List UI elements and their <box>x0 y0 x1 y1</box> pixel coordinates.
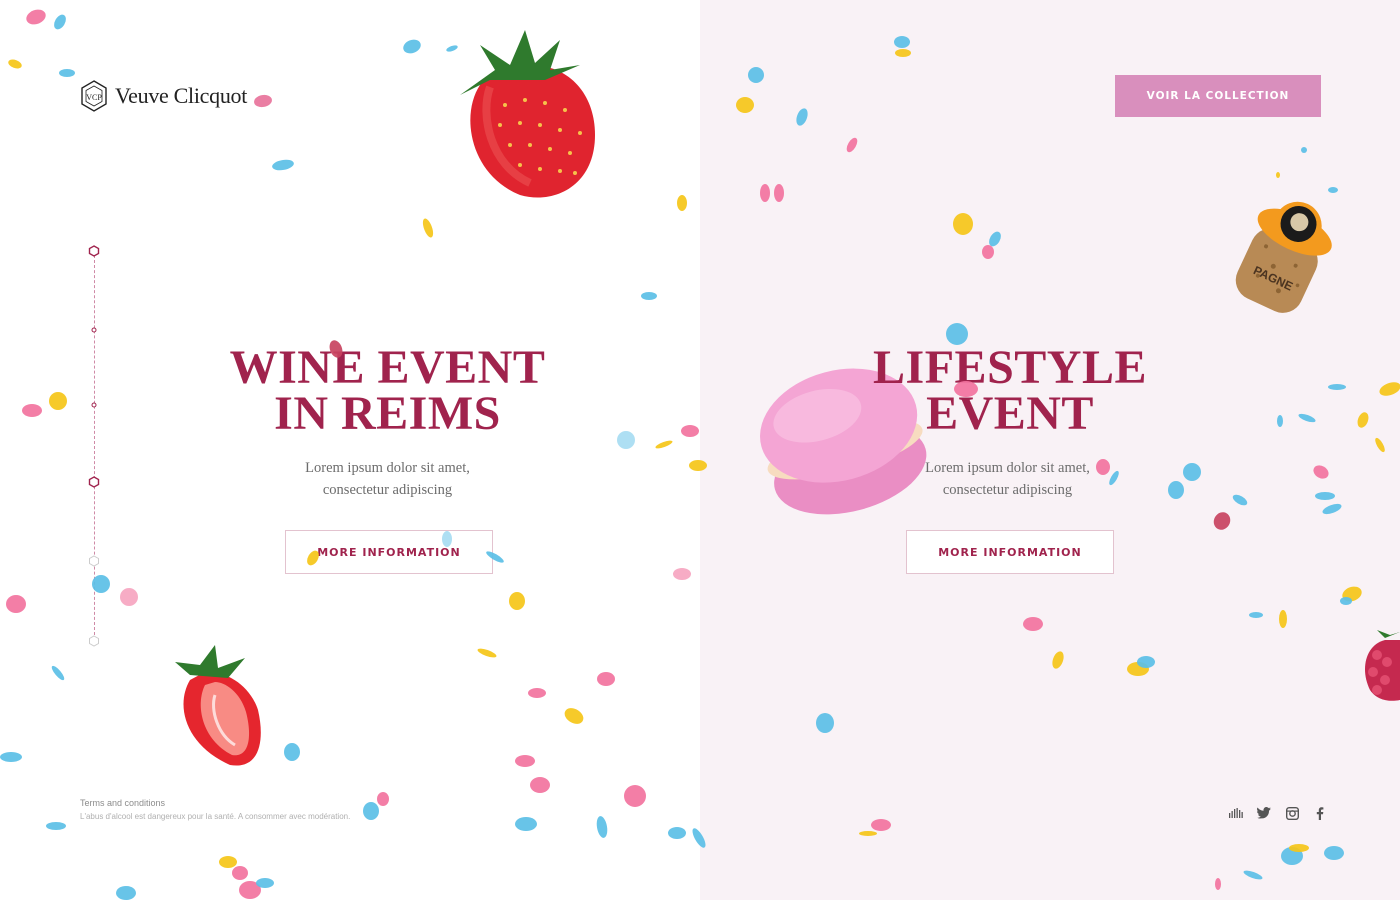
slide-nav-dot-2[interactable] <box>91 402 97 408</box>
right-subtitle: Lorem ipsum dolor sit amet, consectetur … <box>850 457 1165 501</box>
strawberry-image <box>460 30 595 198</box>
left-panel: VCP Veuve Clicquot WINE EVENT IN REIMS L… <box>0 0 700 900</box>
slide-nav-hexagon-3[interactable] <box>88 555 100 567</box>
right-more-information-button[interactable]: MORE INFORMATION <box>906 530 1114 574</box>
right-subtitle-line-2: consectetur adipiscing <box>942 482 1073 498</box>
twitter-icon[interactable] <box>1257 806 1271 820</box>
instagram-icon[interactable] <box>1285 806 1299 820</box>
crest-icon: VCP <box>81 80 107 112</box>
right-title: LIFESTYLE EVENT <box>830 341 1190 440</box>
slide-nav-line <box>94 255 95 635</box>
terms-link[interactable]: Terms and conditions <box>80 798 350 808</box>
left-more-information-button[interactable]: MORE INFORMATION <box>285 530 493 574</box>
health-notice: L'abus d'alcool est dangereux pour la sa… <box>80 812 351 821</box>
champagne-cork-image: PAGNE <box>1235 201 1332 313</box>
slide-nav-hexagon-1[interactable] <box>88 245 100 257</box>
left-subtitle: Lorem ipsum dolor sit amet, consectetur … <box>230 457 545 501</box>
right-title-line-1: LIFESTYLE <box>873 341 1147 394</box>
slide-nav-hexagon-2[interactable] <box>88 476 100 488</box>
left-title-line-1: WINE EVENT <box>229 341 546 394</box>
slide-nav-dot-1[interactable] <box>91 327 97 333</box>
left-subtitle-line-1: Lorem ipsum dolor sit amet, <box>305 460 470 476</box>
social-links <box>1229 806 1327 820</box>
voir-la-collection-button[interactable]: VOIR LA COLLECTION <box>1115 75 1321 117</box>
right-panel: VOIR LA COLLECTION PAGNE LIFESTYLE EVENT… <box>700 0 1400 900</box>
right-subtitle-line-1: Lorem ipsum dolor sit amet, <box>925 460 1090 476</box>
footer: Terms and conditions L'abus d'alcool est… <box>80 798 350 821</box>
soundcloud-icon[interactable] <box>1229 806 1243 820</box>
svg-text:VCP: VCP <box>86 93 102 102</box>
left-title: WINE EVENT IN REIMS <box>210 341 565 440</box>
brand-name: Veuve Clicquot <box>115 83 248 108</box>
slide-nav-hexagon-4[interactable] <box>88 635 100 647</box>
brand-logo[interactable]: VCP Veuve Clicquot <box>79 79 247 113</box>
strawberry-half-image <box>175 645 261 766</box>
right-title-line-2: EVENT <box>926 387 1094 440</box>
facebook-icon[interactable] <box>1313 806 1327 820</box>
raspberry-image <box>1365 630 1400 701</box>
left-subtitle-line-2: consectetur adipiscing <box>322 482 453 498</box>
left-title-line-2: IN REIMS <box>274 387 501 440</box>
